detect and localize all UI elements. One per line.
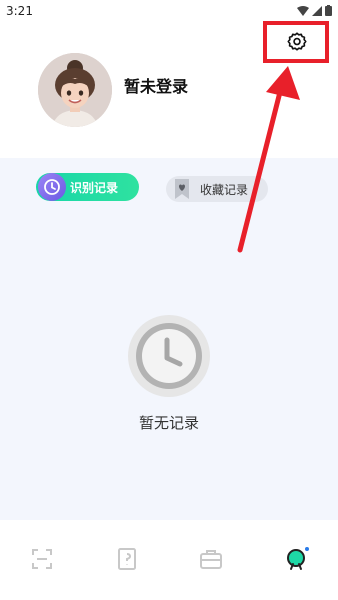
nav-toolbox[interactable] bbox=[196, 544, 226, 574]
avatar[interactable] bbox=[38, 53, 112, 127]
empty-clock-icon bbox=[127, 314, 211, 398]
scan-icon bbox=[32, 549, 52, 569]
avatar-illustration bbox=[38, 53, 112, 127]
status-icons bbox=[297, 5, 332, 16]
nav-scan[interactable] bbox=[27, 544, 57, 574]
bottom-nav bbox=[0, 520, 338, 600]
tab-favorite-records[interactable]: 收藏记录 bbox=[166, 176, 268, 202]
nav-encyclopedia[interactable] bbox=[112, 544, 142, 574]
empty-state-text: 暂无记录 bbox=[138, 414, 199, 432]
profile-icon bbox=[287, 547, 309, 570]
wifi-icon bbox=[297, 5, 309, 16]
book-icon bbox=[118, 548, 136, 570]
nav-profile[interactable] bbox=[281, 544, 311, 574]
tab-recognition-records[interactable]: 识别记录 bbox=[36, 173, 139, 201]
battery-icon bbox=[325, 5, 332, 16]
tab-label: 收藏记录 bbox=[200, 182, 249, 197]
user-name[interactable]: 暂未登录 bbox=[124, 73, 188, 97]
clock-icon bbox=[38, 173, 66, 201]
status-time: 3:21 bbox=[6, 4, 33, 18]
bookmark-heart-icon bbox=[168, 175, 196, 203]
tab-label: 识别记录 bbox=[70, 180, 119, 195]
settings-highlight-box bbox=[263, 21, 329, 63]
signal-icon bbox=[312, 5, 322, 16]
briefcase-icon bbox=[200, 550, 222, 569]
